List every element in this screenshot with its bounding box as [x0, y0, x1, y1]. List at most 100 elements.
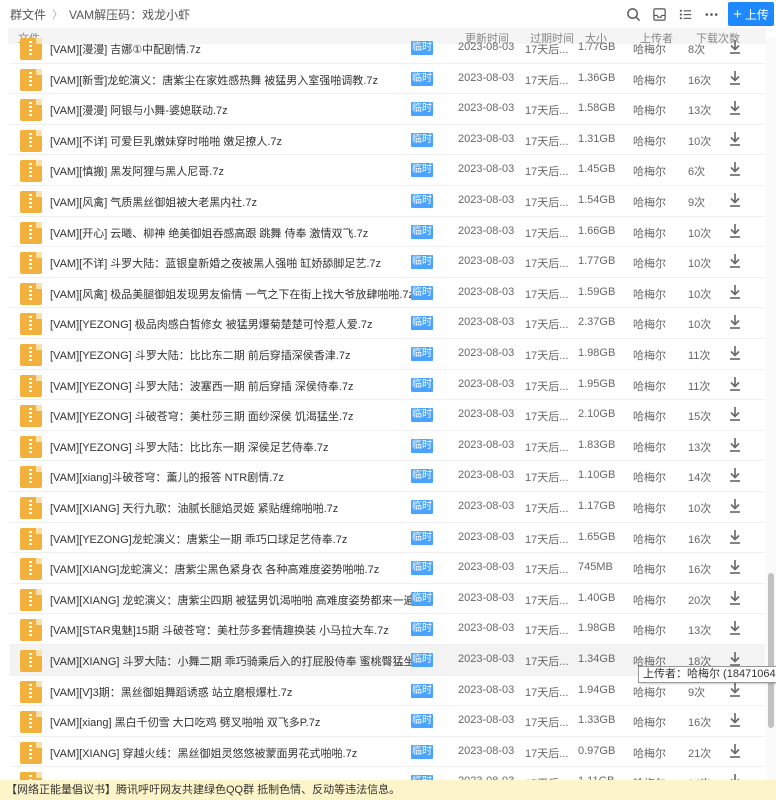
file-uploader[interactable]: 哈梅尔 — [633, 255, 666, 271]
download-icon[interactable] — [728, 498, 742, 514]
file-row[interactable]: [VAM][YEZONG]龙蛇演义：唐紫尘一期 乖巧口球足艺侍奉.7z 临时 202… — [10, 523, 765, 554]
file-name[interactable]: [VAM][XIANG]龙蛇演义：唐紫尘黑色紧身衣 各种高难度姿势啪啪.7z — [50, 561, 379, 577]
scrollbar-track[interactable] — [766, 38, 776, 800]
file-uploader[interactable]: 哈梅尔 — [633, 286, 666, 302]
list-view-icon[interactable] — [672, 1, 698, 27]
download-icon[interactable] — [728, 100, 742, 116]
file-name[interactable]: [VAM][不详] 斗罗大陆：蓝银皇新婚之夜被黑人强啪 缸娇舔脚足艺.7z — [50, 255, 381, 271]
file-name[interactable]: [VAM][xiang]斗破苍穹：薰儿的报答 NTR剧情.7z — [50, 469, 284, 485]
file-uploader[interactable]: 哈梅尔 — [633, 102, 666, 118]
file-row[interactable]: [VAM][xiang] 黑白千仞雪 大口吃鸡 劈叉啪啪 双飞多P.7z 临时 20… — [10, 706, 765, 737]
file-row[interactable]: [VAM][风禽] 极品美腿御姐发现男友偷情 一气之下在街上找大爷放肆啪啪.7z… — [10, 278, 765, 309]
file-row[interactable]: [VAM][新雪]龙蛇演义：唐紫尘在家姓感热舞 被猛男入室强啪调教.7z 临时 20… — [10, 64, 765, 95]
download-icon[interactable] — [728, 192, 742, 208]
file-uploader[interactable]: 哈梅尔 — [633, 745, 666, 761]
file-row[interactable]: [VAM][YEZONG] 斗罗大陆：波塞西一期 前后穿插 深侯侍奉.7z 临时 2… — [10, 370, 765, 401]
file-uploader[interactable]: 哈梅尔 — [633, 561, 666, 577]
file-name[interactable]: [VAM][XIANG] 天行九歌：油腻长腿焰灵姬 紧贴缠绵啪啪.7z — [50, 500, 338, 516]
file-name[interactable]: [VAM][xiang] 黑白千仞雪 大口吃鸡 劈叉啪啪 双飞多P.7z — [50, 714, 320, 730]
file-row[interactable]: [VAM][漫漫] 吉娜①中配剧情.7z 临时 2023-08-03 17天后... 1… — [10, 38, 765, 64]
file-name[interactable]: [VAM][开心] 云曦、柳神 绝美御姐吞感高跟 跳舞 侍奉 激情双飞.7z — [50, 225, 368, 241]
file-uploader[interactable]: 哈梅尔 — [633, 347, 666, 363]
file-row[interactable]: [VAM][XIANG] 龙蛇演义：唐紫尘四期 被猛男饥渴啪啪 高难度姿势都来一… — [10, 584, 765, 615]
file-row[interactable]: [VAM][xiang]斗破苍穹：薰儿的报答 NTR剧情.7z 临时 2023-08… — [10, 461, 765, 492]
file-name[interactable]: [VAM][XIANG] 龙蛇演义：唐紫尘四期 被猛男饥渴啪啪 高难度姿势都来一… — [50, 592, 429, 608]
file-name[interactable]: [VAM][漫漫] 吉娜①中配剧情.7z — [50, 41, 201, 57]
file-uploader[interactable]: 哈梅尔 — [633, 714, 666, 730]
file-name[interactable]: [VAM][V]3期：黑丝御姐舞蹈诱惑 站立磨根爆杜.7z — [50, 684, 292, 700]
file-row[interactable]: [VAM][YEZONG] 斗破苍穹：美杜莎三期 面纱深侯 饥渴猛坐.7z 临时 2… — [10, 400, 765, 431]
file-row[interactable]: [VAM][YEZONG] 斗罗大陆：比比东一期 深侯足艺侍奉.7z 临时 2023… — [10, 431, 765, 462]
file-uploader[interactable]: 哈梅尔 — [633, 622, 666, 638]
file-row[interactable]: [VAM][漫漫] 阿银与小舞-婆媳联动.7z 临时 2023-08-03 17天后.… — [10, 94, 765, 125]
file-name[interactable]: [VAM][YEZONG]龙蛇演义：唐紫尘一期 乖巧口球足艺侍奉.7z — [50, 531, 347, 547]
file-row[interactable]: [VAM][慎搬] 黑发阿狸与黑人尼哥.7z 临时 2023-08-03 17天后..… — [10, 155, 765, 186]
upload-button[interactable]: + 上传 — [728, 2, 774, 26]
notice-bar[interactable]: 【网络正能量倡议书】腾讯呼吁网友共建绿色QQ群 抵制色情、反动等违法信息。 — [0, 780, 776, 800]
download-icon[interactable] — [728, 712, 742, 728]
file-uploader[interactable]: 哈梅尔 — [633, 500, 666, 516]
file-uploader[interactable]: 哈梅尔 — [633, 163, 666, 179]
file-name[interactable]: [VAM][YEZONG] 斗破苍穹：美杜莎三期 面纱深侯 饥渴猛坐.7z — [50, 408, 354, 424]
file-name[interactable]: [VAM][XIANG] 斗罗大陆：小舞二期 乖巧骑乘后入的打屁股侍奉 蜜桃臀猛… — [50, 653, 429, 669]
download-icon[interactable] — [728, 590, 742, 606]
file-name[interactable]: [VAM][风禽] 极品美腿御姐发现男友偷情 一气之下在街上找大爷放肆啪啪.7z — [50, 286, 414, 302]
scrollbar-thumb[interactable] — [768, 573, 774, 728]
file-row[interactable]: [VAM][STAR鬼魅]15期 斗破苍穹：美杜莎多套情趣换装 小马拉大车.7z… — [10, 614, 765, 645]
download-icon[interactable] — [728, 406, 742, 422]
download-icon[interactable] — [728, 314, 742, 330]
file-uploader[interactable]: 哈梅尔 — [633, 684, 666, 700]
file-name[interactable]: [VAM][YEZONG] 斗罗大陆：波塞西一期 前后穿插 深侯侍奉.7z — [50, 378, 354, 394]
file-name[interactable]: [VAM][风禽] 气质黑丝御姐被大老黑内社.7z — [50, 194, 257, 210]
file-row[interactable]: [VAM][不详] 斗罗大陆：蓝银皇新婚之夜被黑人强啪 缸娇舔脚足艺.7z 临时 2… — [10, 247, 765, 278]
file-row[interactable]: [VAM][风禽] 气质黑丝御姐被大老黑内社.7z 临时 2023-08-03 17天… — [10, 186, 765, 217]
search-icon[interactable] — [620, 1, 646, 27]
file-row[interactable]: [VAM][不详] 可爱巨乳嫩妹穿时啪啪 嫩足撩人.7z 临时 2023-08-03… — [10, 125, 765, 156]
download-icon[interactable] — [728, 437, 742, 453]
download-icon[interactable] — [728, 376, 742, 392]
download-icon[interactable] — [728, 529, 742, 545]
inbox-icon[interactable] — [646, 1, 672, 27]
download-icon[interactable] — [728, 682, 742, 698]
file-uploader[interactable]: 哈梅尔 — [633, 469, 666, 485]
file-uploader[interactable]: 哈梅尔 — [633, 378, 666, 394]
download-icon[interactable] — [728, 467, 742, 483]
file-row[interactable]: [VAM][开心] 云曦、柳神 绝美御姐吞感高跟 跳舞 侍奉 激情双飞.7z 临时… — [10, 217, 765, 248]
file-row[interactable]: [VAM][XIANG] 穿越火线：黑丝御姐灵悠悠被蒙面男花式啪啪.7z 临时 20… — [10, 737, 765, 768]
file-uploader[interactable]: 哈梅尔 — [633, 133, 666, 149]
download-icon[interactable] — [728, 651, 742, 667]
download-icon[interactable] — [728, 131, 742, 147]
file-uploader[interactable]: 哈梅尔 — [633, 72, 666, 88]
file-name[interactable]: [VAM][漫漫] 阿银与小舞-婆媳联动.7z — [50, 102, 228, 118]
more-icon[interactable] — [698, 1, 724, 27]
file-row[interactable]: [VAM][YEZONG] 极品肉感白皙修女 被猛男爆菊楚楚可怜惹人爱.7z 临时… — [10, 308, 765, 339]
file-uploader[interactable]: 哈梅尔 — [633, 531, 666, 547]
download-icon[interactable] — [728, 559, 742, 575]
breadcrumb-root[interactable]: 群文件 — [10, 6, 46, 23]
download-icon[interactable] — [728, 620, 742, 636]
file-name[interactable]: [VAM][YEZONG] 斗罗大陆：比比东一期 深侯足艺侍奉.7z — [50, 439, 328, 455]
file-name[interactable]: [VAM][新雪]龙蛇演义：唐紫尘在家姓感热舞 被猛男入室强啪调教.7z — [50, 72, 378, 88]
file-row[interactable]: [VAM][XIANG]龙蛇演义：唐紫尘黑色紧身衣 各种高难度姿势啪啪.7z 临时… — [10, 553, 765, 584]
file-uploader[interactable]: 哈梅尔 — [633, 316, 666, 332]
file-name[interactable]: [VAM][慎搬] 黑发阿狸与黑人尼哥.7z — [50, 163, 224, 179]
download-icon[interactable] — [728, 743, 742, 759]
file-uploader[interactable]: 哈梅尔 — [633, 225, 666, 241]
file-uploader[interactable]: 哈梅尔 — [633, 408, 666, 424]
download-icon[interactable] — [728, 284, 742, 300]
file-uploader[interactable]: 哈梅尔 — [633, 592, 666, 608]
download-icon[interactable] — [728, 223, 742, 239]
download-icon[interactable] — [728, 253, 742, 269]
download-icon[interactable] — [728, 70, 742, 86]
download-icon[interactable] — [728, 161, 742, 177]
download-icon[interactable] — [728, 345, 742, 361]
file-name[interactable]: [VAM][XIANG] 穿越火线：黑丝御姐灵悠悠被蒙面男花式啪啪.7z — [50, 745, 357, 761]
file-row[interactable]: [VAM][YEZONG] 斗罗大陆：比比东二期 前后穿插深侯香津.7z 临时 20… — [10, 339, 765, 370]
download-icon[interactable] — [728, 39, 742, 55]
file-name[interactable]: [VAM][YEZONG] 斗罗大陆：比比东二期 前后穿插深侯香津.7z — [50, 347, 350, 363]
file-uploader[interactable]: 哈梅尔 — [633, 439, 666, 455]
file-name[interactable]: [VAM][不详] 可爱巨乳嫩妹穿时啪啪 嫩足撩人.7z — [50, 133, 282, 149]
file-name[interactable]: [VAM][STAR鬼魅]15期 斗破苍穹：美杜莎多套情趣换装 小马拉大车.7z — [50, 622, 389, 638]
file-row[interactable]: [VAM][XIANG] 天行九歌：油腻长腿焰灵姬 紧贴缠绵啪啪.7z 临时 202… — [10, 492, 765, 523]
file-uploader[interactable]: 哈梅尔 — [633, 194, 666, 210]
